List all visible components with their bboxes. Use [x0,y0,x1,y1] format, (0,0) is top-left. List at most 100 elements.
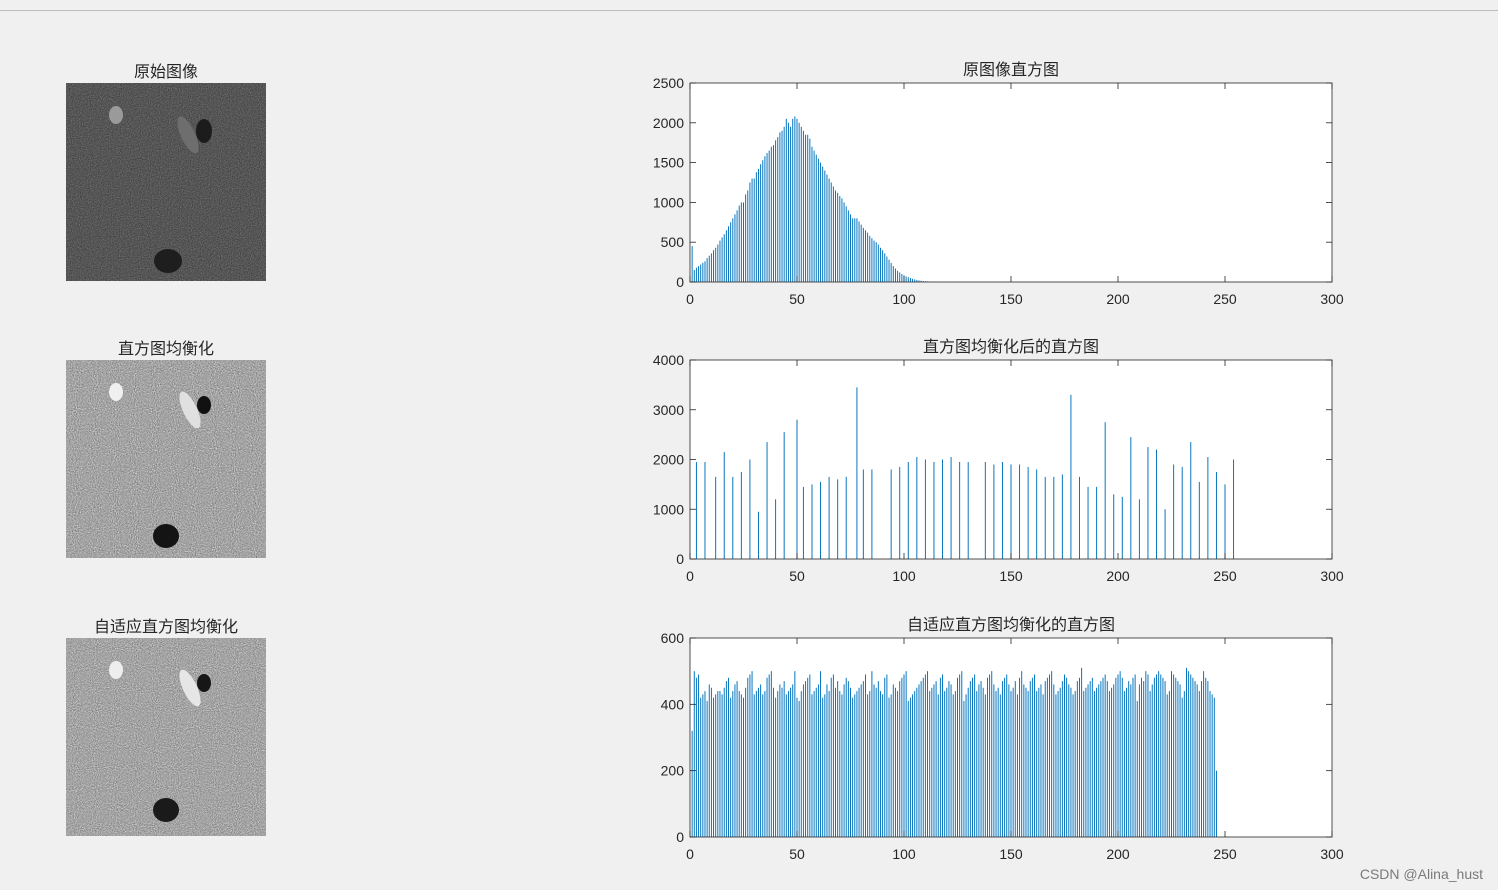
histogram-bar [1027,466,1029,559]
y-tick-label: 600 [661,630,685,646]
watermark: CSDN @Alina_hust [1359,866,1483,882]
histogram-bar [702,694,704,837]
histogram-bar [723,687,725,837]
x-tick-label: 250 [1213,291,1237,307]
histogram-bar [1145,671,1147,837]
histogram-bar [1123,691,1125,837]
histogram-bar [971,677,973,837]
x-tick-label: 0 [686,846,694,862]
histogram-bar [871,238,873,282]
histogram-bar [901,274,903,282]
histogram-bar [924,674,926,837]
histogram-bar [888,259,890,282]
histogram-bar [984,461,986,559]
histogram-bar [820,481,822,559]
histogram-bar [1096,486,1098,559]
histogram-bar [967,461,969,559]
y-tick-label: 0 [676,274,684,290]
histogram-bar [1198,481,1200,559]
histogram-bar [766,153,768,282]
histogram-bar [775,140,777,282]
histogram-bar [875,687,877,837]
histogram-bar [903,674,905,837]
window-top-border [0,10,1498,11]
histogram-bar [723,452,725,559]
histogram-bar [980,681,982,837]
histogram-bar [1100,681,1102,837]
histogram-bar [946,687,948,837]
histogram-bar [1160,674,1162,837]
histogram-bar [1087,684,1089,837]
histogram-bar [918,684,920,837]
histogram-bar [1070,687,1072,837]
y-tick-label: 2000 [653,115,684,131]
histogram-bar [762,694,764,837]
x-tick-label: 0 [686,568,694,584]
histogram-bar [1027,691,1029,837]
chart-equalized-histogram: 0 50 100 150 200 250 30001000200030004000直方图均衡… [653,337,1344,584]
histogram-bar [933,461,935,559]
histogram-bar [762,160,764,282]
histogram-bar [864,674,866,837]
histogram-bar [708,684,710,837]
histogram-bar [1006,674,1008,837]
histogram-bar [1004,677,1006,837]
histogram-bar [1111,687,1113,837]
histogram-bar [882,694,884,837]
histogram-bar [991,671,993,837]
histogram-bar [751,178,753,282]
histogram-bar [869,691,871,837]
adaptive-image-canvas [66,638,266,836]
histogram-bar [835,687,837,837]
histogram-bar [802,684,804,837]
x-tick-label: 250 [1213,568,1237,584]
histogram-bar [1136,701,1138,837]
histogram-bar [702,262,704,282]
histogram-bar [1147,674,1149,837]
histogram-bar [1126,687,1128,837]
histogram-bar [736,210,738,282]
histogram-bar [905,276,907,282]
histogram-bar [907,461,909,559]
histogram-bar [1053,476,1055,559]
histogram-bar [1181,466,1183,559]
histogram-bar [984,694,986,837]
histogram-bar [704,261,706,282]
histogram-bar [1179,684,1181,837]
histogram-bar [1061,681,1063,837]
histogram-bar [1141,677,1143,837]
histogram-bar [693,671,695,837]
histogram-bar [927,671,929,837]
histogram-bar [1113,684,1115,837]
histogram-bar [877,681,879,837]
histogram-bar [867,232,869,282]
histogram-bar [760,164,762,282]
y-tick-label: 0 [676,829,684,845]
x-tick-label: 100 [892,291,916,307]
histogram-bar [1130,684,1132,837]
histogram-bar [867,694,869,837]
histogram-bar [745,194,747,282]
chart-title: 原图像直方图 [963,60,1059,79]
histogram-bar [1207,457,1209,559]
histogram-bar [1194,681,1196,837]
histogram-bar [730,697,732,837]
histogram-bar [1198,691,1200,837]
histogram-bar [830,182,832,282]
histogram-bar [1078,476,1080,559]
histogram-bar [794,116,796,282]
histogram-bar [877,244,879,282]
histogram-bar [757,168,759,282]
histogram-bar [700,264,702,282]
histogram-bar [1215,770,1217,837]
histogram-bar [745,687,747,837]
histogram-bar [766,677,768,837]
histogram-bar [884,677,886,837]
x-tick-label: 150 [999,291,1023,307]
histogram-bar [1093,691,1095,837]
histogram-bar [798,701,800,837]
histogram-bar [1012,687,1014,837]
histogram-bar [691,246,693,282]
histogram-bar [721,694,723,837]
histogram-bar [916,457,918,559]
